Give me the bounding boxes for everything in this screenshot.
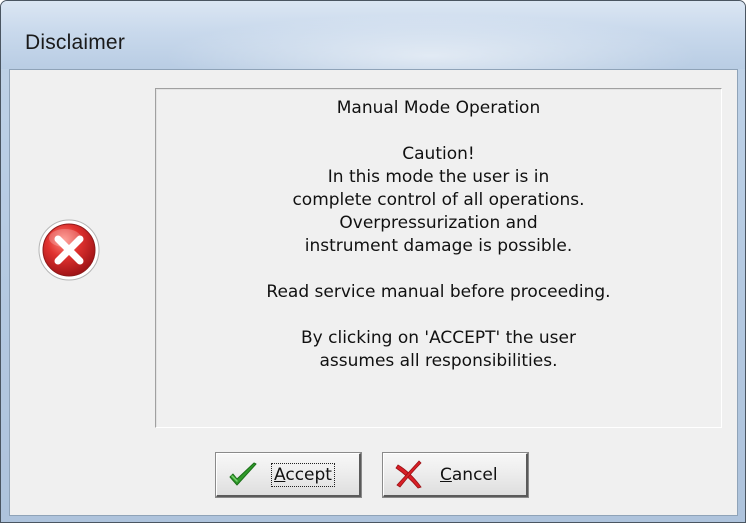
x-mark-icon (395, 459, 422, 488)
message-line: Caution! (402, 144, 475, 164)
message-line: In this mode the user is in (327, 167, 550, 187)
message-line: Overpressurization and (339, 213, 538, 233)
title-bar[interactable]: Disclaimer (1, 1, 745, 69)
message-line: Manual Mode Operation (336, 98, 541, 118)
cancel-label: Cancel (440, 464, 498, 485)
message-line: complete control of all operations. (292, 190, 585, 210)
message-line (156, 120, 721, 143)
error-icon (38, 219, 100, 281)
message-line: By clicking on 'ACCEPT' the user (301, 328, 576, 348)
message-line (156, 258, 721, 281)
message-line: instrument damage is possible. (304, 236, 573, 256)
message-panel: Manual Mode Operation Caution! In this m… (155, 88, 722, 428)
message-text: Manual Mode Operation Caution! In this m… (156, 97, 721, 373)
checkmark-icon (229, 462, 257, 485)
cancel-button[interactable]: Cancel (382, 452, 529, 498)
dialog-body: Manual Mode Operation Caution! In this m… (9, 69, 738, 516)
message-line (156, 304, 721, 327)
window-title: Disclaimer (25, 31, 126, 54)
accept-button[interactable]: Accept (215, 452, 362, 498)
message-line: Read service manual before proceeding. (266, 282, 611, 302)
message-line: assumes all responsibilities. (319, 351, 558, 371)
disclaimer-dialog: Disclaimer Manual Mode Operation Caution… (0, 0, 746, 523)
accept-label: Accept (271, 462, 335, 487)
